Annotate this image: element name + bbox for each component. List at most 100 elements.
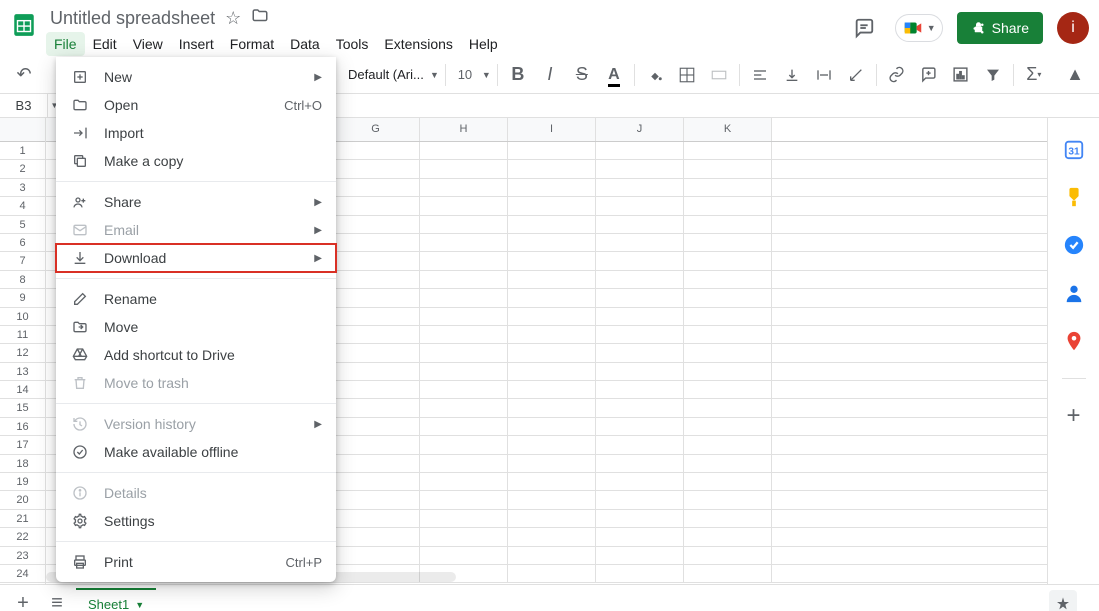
sheet-tab[interactable]: Sheet1 ▼ bbox=[76, 588, 156, 611]
row-header[interactable]: 17 bbox=[0, 436, 45, 454]
halign-icon[interactable] bbox=[746, 61, 774, 89]
text-color-icon[interactable]: A bbox=[600, 61, 628, 89]
new-icon bbox=[70, 69, 90, 85]
menu-item-share[interactable]: Share▶ bbox=[56, 188, 336, 216]
select-all-corner[interactable] bbox=[0, 118, 45, 142]
menu-item-make-a-copy[interactable]: Make a copy bbox=[56, 147, 336, 175]
comment-icon[interactable] bbox=[915, 61, 943, 89]
explore-icon[interactable] bbox=[1049, 590, 1077, 611]
link-icon[interactable] bbox=[883, 61, 911, 89]
comments-icon[interactable] bbox=[847, 11, 881, 45]
menu-item-email: Email▶ bbox=[56, 216, 336, 244]
menu-item-move[interactable]: Move bbox=[56, 313, 336, 341]
undo-icon[interactable]: ↶ bbox=[10, 61, 38, 89]
row-header[interactable]: 22 bbox=[0, 528, 45, 546]
doc-title[interactable]: Untitled spreadsheet bbox=[50, 8, 215, 29]
maps-icon[interactable] bbox=[1063, 330, 1085, 352]
menu-item-make-available-offline[interactable]: Make available offline bbox=[56, 438, 336, 466]
col-header[interactable]: J bbox=[596, 118, 684, 141]
keep-icon[interactable] bbox=[1063, 186, 1085, 208]
row-header[interactable]: 10 bbox=[0, 308, 45, 326]
account-avatar[interactable]: i bbox=[1057, 12, 1089, 44]
row-header[interactable]: 5 bbox=[0, 216, 45, 234]
row-header[interactable]: 20 bbox=[0, 491, 45, 509]
menu-extensions[interactable]: Extensions bbox=[376, 32, 460, 56]
add-sheet-icon[interactable]: + bbox=[8, 589, 38, 611]
font-size[interactable]: 10 bbox=[452, 67, 478, 82]
functions-icon[interactable]: Σ▾ bbox=[1020, 61, 1048, 89]
menu-item-add-shortcut-to-drive[interactable]: Add shortcut to Drive bbox=[56, 341, 336, 369]
menu-format[interactable]: Format bbox=[222, 32, 282, 56]
star-icon[interactable]: ☆ bbox=[225, 8, 241, 29]
row-header[interactable]: 19 bbox=[0, 473, 45, 491]
move-icon bbox=[70, 319, 90, 335]
row-header[interactable]: 18 bbox=[0, 455, 45, 473]
offline-icon bbox=[70, 444, 90, 460]
row-header[interactable]: 24 bbox=[0, 565, 45, 583]
move-folder-icon[interactable] bbox=[251, 7, 269, 30]
menu-item-download[interactable]: Download▶ bbox=[56, 244, 336, 272]
menu-item-settings[interactable]: Settings bbox=[56, 507, 336, 535]
all-sheets-icon[interactable]: ≡ bbox=[42, 589, 72, 611]
menu-item-open[interactable]: OpenCtrl+O bbox=[56, 91, 336, 119]
row-header[interactable]: 3 bbox=[0, 179, 45, 197]
row-header[interactable]: 16 bbox=[0, 418, 45, 436]
tasks-icon[interactable] bbox=[1063, 234, 1085, 256]
wrap-icon[interactable] bbox=[810, 61, 838, 89]
font-select[interactable]: Default (Ari... bbox=[346, 64, 426, 85]
bold-icon[interactable]: B bbox=[504, 61, 532, 89]
borders-icon[interactable] bbox=[673, 61, 701, 89]
contacts-icon[interactable] bbox=[1063, 282, 1085, 304]
merge-icon[interactable] bbox=[705, 61, 733, 89]
menu-edit[interactable]: Edit bbox=[85, 32, 125, 56]
row-header[interactable]: 4 bbox=[0, 197, 45, 215]
name-box[interactable]: B3 bbox=[0, 94, 48, 117]
col-header[interactable]: I bbox=[508, 118, 596, 141]
menu-data[interactable]: Data bbox=[282, 32, 328, 56]
menu-tools[interactable]: Tools bbox=[328, 32, 377, 56]
italic-icon[interactable]: I bbox=[536, 61, 564, 89]
row-header[interactable]: 7 bbox=[0, 252, 45, 270]
fill-color-icon[interactable] bbox=[641, 61, 669, 89]
menu-item-move-to-trash: Move to trash bbox=[56, 369, 336, 397]
calendar-icon[interactable]: 31 bbox=[1063, 138, 1085, 160]
filter-icon[interactable] bbox=[979, 61, 1007, 89]
side-panel: 31 + bbox=[1047, 118, 1099, 584]
menu-item-import[interactable]: Import bbox=[56, 119, 336, 147]
sheet-menu-icon[interactable]: ▼ bbox=[135, 600, 144, 610]
strikethrough-icon[interactable]: S bbox=[568, 61, 596, 89]
menu-insert[interactable]: Insert bbox=[171, 32, 222, 56]
file-menu-dropdown: New▶OpenCtrl+OImportMake a copy Share▶Ema… bbox=[56, 57, 336, 582]
menu-item-rename[interactable]: Rename bbox=[56, 285, 336, 313]
menu-item-print[interactable]: PrintCtrl+P bbox=[56, 548, 336, 576]
menu-file[interactable]: File bbox=[46, 32, 85, 56]
row-header[interactable]: 23 bbox=[0, 547, 45, 565]
row-header[interactable]: 8 bbox=[0, 271, 45, 289]
add-panel-icon[interactable]: + bbox=[1063, 405, 1085, 427]
row-header[interactable]: 12 bbox=[0, 344, 45, 362]
rotate-icon[interactable] bbox=[842, 61, 870, 89]
history-icon bbox=[70, 416, 90, 432]
share-button[interactable]: Share bbox=[957, 12, 1043, 44]
menu-help[interactable]: Help bbox=[461, 32, 506, 56]
col-header[interactable]: H bbox=[420, 118, 508, 141]
meet-button[interactable]: ▼ bbox=[895, 14, 943, 42]
menu-view[interactable]: View bbox=[125, 32, 171, 56]
row-header[interactable]: 15 bbox=[0, 399, 45, 417]
valign-icon[interactable] bbox=[778, 61, 806, 89]
row-header[interactable]: 11 bbox=[0, 326, 45, 344]
row-header[interactable]: 9 bbox=[0, 289, 45, 307]
submenu-arrow-icon: ▶ bbox=[314, 419, 322, 430]
row-header[interactable]: 6 bbox=[0, 234, 45, 252]
collapse-toolbar-icon[interactable]: ▲ bbox=[1061, 61, 1089, 89]
row-header[interactable]: 2 bbox=[0, 160, 45, 178]
row-header[interactable]: 14 bbox=[0, 381, 45, 399]
row-header[interactable]: 21 bbox=[0, 510, 45, 528]
menu-item-new[interactable]: New▶ bbox=[56, 63, 336, 91]
col-header[interactable]: K bbox=[684, 118, 772, 141]
sheets-logo[interactable] bbox=[6, 7, 42, 43]
col-header[interactable]: G bbox=[332, 118, 420, 141]
row-header[interactable]: 1 bbox=[0, 142, 45, 160]
chart-icon[interactable] bbox=[947, 61, 975, 89]
row-header[interactable]: 13 bbox=[0, 363, 45, 381]
